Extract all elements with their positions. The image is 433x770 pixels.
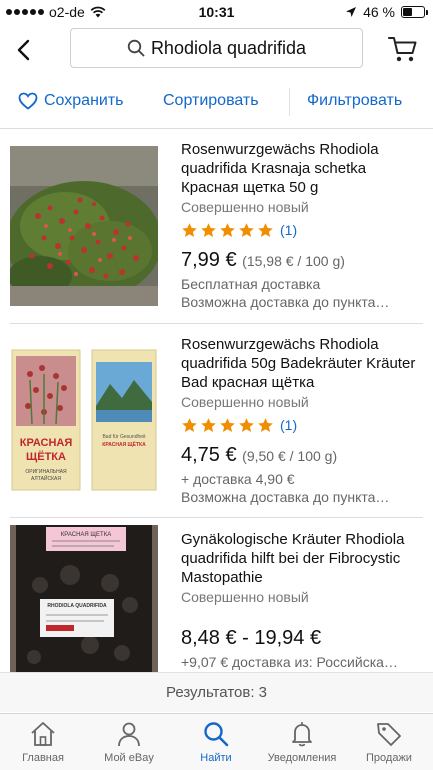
price-value: 4,75 € <box>181 444 237 466</box>
search-input[interactable]: Rhodiola quadrifida <box>70 28 363 68</box>
battery-fill <box>403 8 412 16</box>
search-header: Rhodiola quadrifida <box>0 28 433 72</box>
svg-text:КРАСНАЯ ЩЁТКА: КРАСНАЯ ЩЁТКА <box>102 441 146 448</box>
tab-home[interactable]: Главная <box>0 719 86 764</box>
svg-text:ОРИГИНАЛЬНАЯ: ОРИГИНАЛЬНАЯ <box>25 469 67 475</box>
listing-price: 7,99 € (15,98 € / 100 g) <box>181 249 427 272</box>
sort-button[interactable]: Сортировать <box>163 92 259 110</box>
svg-text:Bad für Gesundheit: Bad für Gesundheit <box>102 434 146 440</box>
sort-label: Сортировать <box>163 92 259 109</box>
svg-text:ЩЁТКА: ЩЁТКА <box>26 450 66 463</box>
listing-image[interactable]: КРАСНАЯ ЩЁТКА ОРИГИНАЛЬНАЯ АЛТАЙСКАЯ Bad… <box>10 340 158 500</box>
tab-my-ebay[interactable]: Мой eBay <box>86 719 172 764</box>
save-label: Сохранить <box>44 92 124 109</box>
star-icon <box>239 222 254 237</box>
filter-button[interactable]: Фильтровать <box>307 92 402 110</box>
tab-label: Найти <box>200 752 232 764</box>
item-divider <box>10 517 423 518</box>
search-icon <box>204 722 229 747</box>
header-divider <box>0 128 433 129</box>
price-value: 7,99 € <box>181 249 237 271</box>
listing-price: 8,48 € - 19,94 € <box>181 627 427 650</box>
unit-price: (15,98 € / 100 g) <box>242 253 345 269</box>
star-icon <box>220 222 235 237</box>
price-value: 8,48 € - 19,94 € <box>181 627 322 649</box>
shipping-info: + доставка 4,90 € <box>181 471 295 487</box>
tab-bar: Главная Мой eBay Найти Уведомления Прода… <box>0 713 433 770</box>
star-icon <box>201 417 216 432</box>
location-arrow-icon <box>346 7 357 17</box>
star-icon <box>201 222 216 237</box>
action-bar: Сохранить Сортировать Фильтровать <box>0 86 433 120</box>
item-divider <box>10 323 423 324</box>
delivery-info: Возможна доставка до пункта… <box>181 294 390 310</box>
tab-label: Продажи <box>366 752 412 764</box>
listing-info: Rosenwurzgewächs Rhodiola quadrifida Kra… <box>181 140 427 310</box>
rating-count[interactable]: (1) <box>280 222 297 238</box>
save-button[interactable]: Сохранить <box>18 92 124 110</box>
listing-info: Rosenwurzgewächs Rhodiola quadrifida 50g… <box>181 335 427 505</box>
battery-percent: 46 % <box>363 4 395 20</box>
tab-label: Уведомления <box>267 752 337 764</box>
tab-selling[interactable]: Продажи <box>346 719 432 764</box>
tab-search[interactable]: Найти <box>173 719 259 764</box>
star-icon <box>258 222 273 237</box>
shipping-info: +9,07 € доставка из: Российска… <box>181 654 398 670</box>
shipping-info: Бесплатная доставка <box>181 276 321 292</box>
rating-stars: (1) <box>181 221 427 239</box>
delivery-info: Возможна доставка до пункта… <box>181 489 390 505</box>
listing-condition: Совершенно новый <box>181 589 309 605</box>
svg-text:КРАСНАЯ ЩЕТКА: КРАСНАЯ ЩЕТКА <box>61 532 111 538</box>
listing-image[interactable] <box>10 146 158 306</box>
listing-image[interactable]: КРАСНАЯ ЩЕТКА RHODIOLA QUADRIFIDA <box>10 525 158 675</box>
svg-text:RHODIOLA QUADRIFIDA: RHODIOLA QUADRIFIDA <box>47 603 107 609</box>
rating-count[interactable]: (1) <box>280 417 297 433</box>
listing-info: Gynäkologische Kräuter Rhodiola quadrifi… <box>181 530 427 670</box>
search-query: Rhodiola quadrifida <box>150 37 307 58</box>
cart-icon[interactable] <box>387 34 419 64</box>
listing-title[interactable]: Rosenwurzgewächs Rhodiola quadrifida 50g… <box>181 335 427 392</box>
listing-title[interactable]: Rosenwurzgewächs Rhodiola quadrifida Kra… <box>181 140 427 197</box>
listing-price: 4,75 € (9,50 € / 100 g) <box>181 444 427 467</box>
status-right: 46 % <box>345 4 428 20</box>
listing-condition: Совершенно новый <box>181 394 309 410</box>
battery-icon <box>401 6 428 18</box>
star-icon <box>258 417 273 432</box>
star-icon <box>182 222 197 237</box>
listing-title[interactable]: Gynäkologische Kräuter Rhodiola quadrifi… <box>181 530 427 587</box>
results-count: Результатов: 3 <box>0 672 433 712</box>
heart-icon <box>18 92 38 110</box>
svg-text:АЛТАЙСКАЯ: АЛТАЙСКАЯ <box>31 474 61 482</box>
user-icon <box>118 722 140 747</box>
tab-label: Главная <box>22 752 64 764</box>
tag-icon <box>377 723 401 746</box>
back-arrow-icon[interactable] <box>12 36 38 64</box>
bell-icon <box>292 722 312 747</box>
listing-condition: Совершенно новый <box>181 199 309 215</box>
home-icon <box>31 722 55 746</box>
rating-stars: (1) <box>181 416 427 434</box>
status-bar: o2-de 10:31 46 % <box>0 0 433 24</box>
star-icon <box>220 417 235 432</box>
svg-text:КРАСНАЯ: КРАСНАЯ <box>20 437 73 449</box>
search-icon <box>127 39 145 57</box>
tab-notifications[interactable]: Уведомления <box>259 719 345 764</box>
tab-label: Мой eBay <box>104 752 154 764</box>
action-divider <box>289 88 290 116</box>
star-icon <box>239 417 254 432</box>
unit-price: (9,50 € / 100 g) <box>242 448 338 464</box>
star-icon <box>182 417 197 432</box>
filter-label: Фильтровать <box>307 92 403 109</box>
